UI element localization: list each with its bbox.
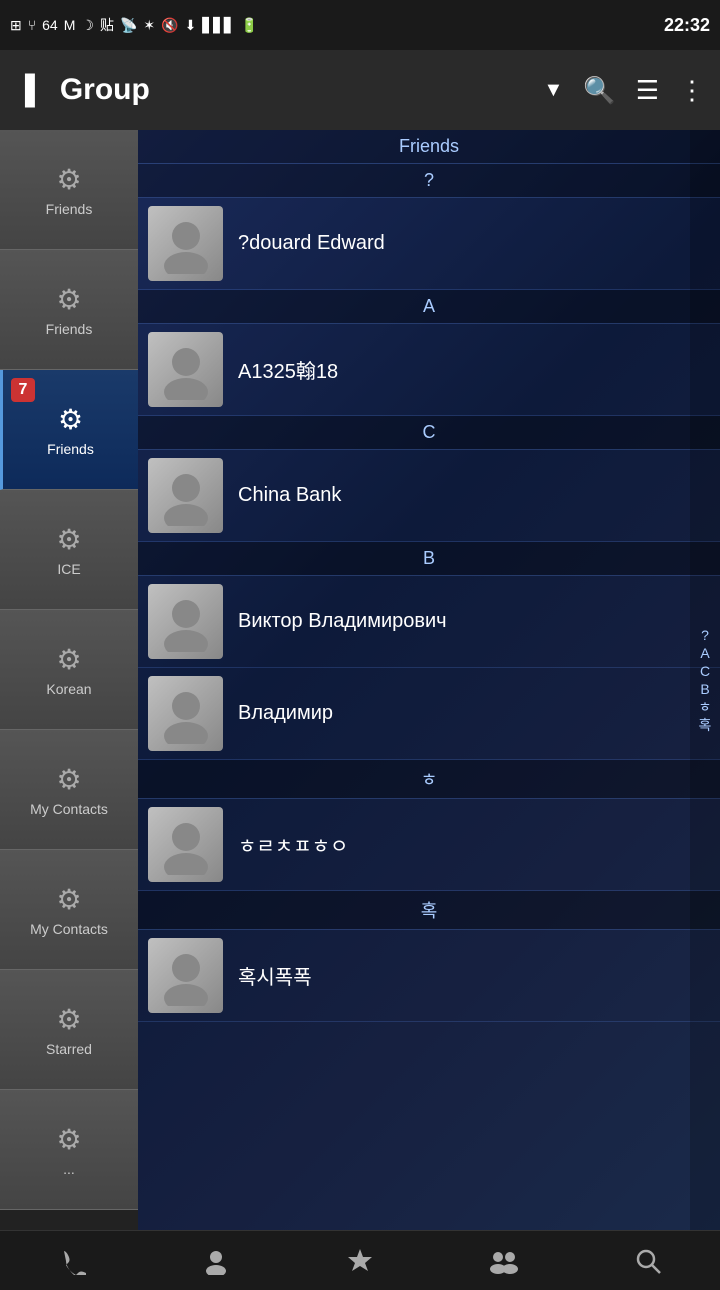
gear-icon: ⚙ <box>56 883 81 916</box>
avatar <box>148 676 223 751</box>
filter-icon[interactable]: ☰ <box>636 75 659 106</box>
sidebar-item-mycontacts-1[interactable]: ⚙ My Contacts <box>0 850 138 970</box>
alpha-char-b[interactable]: B <box>700 682 709 696</box>
sort-down-icon[interactable]: ▼ <box>544 79 564 102</box>
gear-icon: ⚙ <box>58 403 83 436</box>
sidebar-item-korean[interactable]: ⚙ Korean <box>0 610 138 730</box>
nav-search[interactable] <box>608 1236 688 1286</box>
contact-row[interactable]: China Bank <box>138 450 720 542</box>
alpha-char-question[interactable]: ? <box>701 628 709 642</box>
contact-name: ?douard Edward <box>238 232 385 255</box>
nav-contacts[interactable] <box>176 1236 256 1286</box>
download-icon: ⬇ <box>185 17 197 34</box>
usb-icon: ⑂ <box>28 17 36 33</box>
gmail-icon: M <box>64 17 76 33</box>
clip-icon: 贴 <box>100 15 114 35</box>
contact-name: Виктор Владимирович <box>238 610 447 633</box>
sidebar-item-label: Friends <box>46 201 93 217</box>
sidebar-item-label: Friends <box>47 441 94 457</box>
contact-name: 혹시폭폭 <box>238 961 312 990</box>
sidebar-item-label: ... <box>63 1161 75 1177</box>
status-icons-left: ⊞ ⑂ 64 M ☽ 贴 📡 ✶ 🔇 ⬇ ▋▋▋ 🔋 <box>10 15 258 35</box>
page-title: Group <box>60 73 529 107</box>
contact-row[interactable]: Владимир <box>138 668 720 760</box>
avatar <box>148 458 223 533</box>
mute-icon: 🔇 <box>161 17 178 34</box>
contact-name: ㅎㄹㅊㅍㅎㅇ <box>238 830 348 859</box>
sidebar-item-label: My Contacts <box>30 801 108 817</box>
status-bar: ⊞ ⑂ 64 M ☽ 贴 📡 ✶ 🔇 ⬇ ▋▋▋ 🔋 22:32 <box>0 0 720 50</box>
contact-row[interactable]: 혹시폭폭 <box>138 930 720 1022</box>
nav-phone[interactable] <box>32 1236 112 1286</box>
sidebar-item-label: Korean <box>46 681 91 697</box>
avatar <box>148 206 223 281</box>
sidebar-item-friends-0[interactable]: ⚙ Friends <box>0 130 138 250</box>
section-header-question: ? <box>138 164 720 198</box>
status-icons-right: 22:32 <box>654 15 710 36</box>
alpha-index: ? A C B ㅎ 혹 <box>690 130 720 1230</box>
contact-name: Владимир <box>238 702 333 725</box>
sidebar-item-label: Starred <box>46 1041 92 1057</box>
action-bar-buttons: ▼ 🔍 ☰ ⋮ <box>544 75 705 106</box>
moon-icon: ☽ <box>81 17 94 34</box>
search-icon[interactable]: 🔍 <box>583 75 615 106</box>
sidebar-item-friends-2[interactable]: 7 ⚙ Friends <box>0 370 138 490</box>
add-icon: ⊞ <box>10 17 22 34</box>
more-icon[interactable]: ⋮ <box>679 75 705 106</box>
contact-name: A1325翰18 <box>238 355 338 384</box>
sidebar-item-label: My Contacts <box>30 921 108 937</box>
gear-icon: ⚙ <box>56 1003 81 1036</box>
section-header-b: B <box>138 542 720 576</box>
sidebar-item-mycontacts-0[interactable]: ⚙ My Contacts <box>0 730 138 850</box>
avatar <box>148 584 223 659</box>
nav-groups[interactable] <box>464 1236 544 1286</box>
alpha-char-hok[interactable]: 혹 <box>699 718 712 732</box>
sidebar-item-starred[interactable]: ⚙ Starred <box>0 970 138 1090</box>
gear-icon: ⚙ <box>56 163 81 196</box>
group-title-header: Friends <box>138 130 720 164</box>
battery-icon: 🔋 <box>241 17 258 34</box>
sidebar-item-ice[interactable]: ⚙ ICE <box>0 490 138 610</box>
contact-row[interactable]: ?douard Edward <box>138 198 720 290</box>
drawer-icon[interactable]: ▐ <box>15 74 35 106</box>
sidebar-item-more[interactable]: ⚙ ... <box>0 1090 138 1210</box>
rss-icon: 📡 <box>120 17 137 34</box>
alpha-char-c[interactable]: C <box>700 664 710 678</box>
bluetooth-icon: ✶ <box>143 17 155 34</box>
contact-row[interactable]: A1325翰18 <box>138 324 720 416</box>
bottom-nav <box>0 1230 720 1290</box>
contact-name: China Bank <box>238 484 341 507</box>
signal-icon: ▋▋▋ <box>202 17 234 34</box>
contact-row[interactable]: ㅎㄹㅊㅍㅎㅇ <box>138 799 720 891</box>
sidebar-item-label: ICE <box>57 561 80 577</box>
avatar <box>148 938 223 1013</box>
alpha-char-hieut[interactable]: ㅎ <box>699 700 712 714</box>
gear-icon: ⚙ <box>56 283 81 316</box>
section-header-a: A <box>138 290 720 324</box>
sd-icon: 64 <box>42 17 58 33</box>
main-content: ⚙ Friends ⚙ Friends 7 ⚙ Friends ⚙ ICE ⚙ … <box>0 130 720 1230</box>
contact-list: Friends ? ?douard Edward A A1325翰18 <box>138 130 720 1230</box>
section-header-hok: 혹 <box>138 891 720 930</box>
gear-icon: ⚙ <box>56 523 81 556</box>
sidebar-item-label: Friends <box>46 321 93 337</box>
contact-row[interactable]: Виктор Владимирович <box>138 576 720 668</box>
section-header-c: C <box>138 416 720 450</box>
sidebar-item-friends-1[interactable]: ⚙ Friends <box>0 250 138 370</box>
sidebar: ⚙ Friends ⚙ Friends 7 ⚙ Friends ⚙ ICE ⚙ … <box>0 130 138 1230</box>
section-header-hieut: ㅎ <box>138 760 720 799</box>
alpha-char-a[interactable]: A <box>700 646 709 660</box>
badge: 7 <box>11 378 35 402</box>
gear-icon: ⚙ <box>56 643 81 676</box>
gear-icon: ⚙ <box>56 763 81 796</box>
gear-icon: ⚙ <box>56 1123 81 1156</box>
nav-favorites[interactable] <box>320 1236 400 1286</box>
status-time: 22:32 <box>664 15 710 36</box>
avatar <box>148 807 223 882</box>
action-bar: ▐ Group ▼ 🔍 ☰ ⋮ <box>0 50 720 130</box>
avatar <box>148 332 223 407</box>
